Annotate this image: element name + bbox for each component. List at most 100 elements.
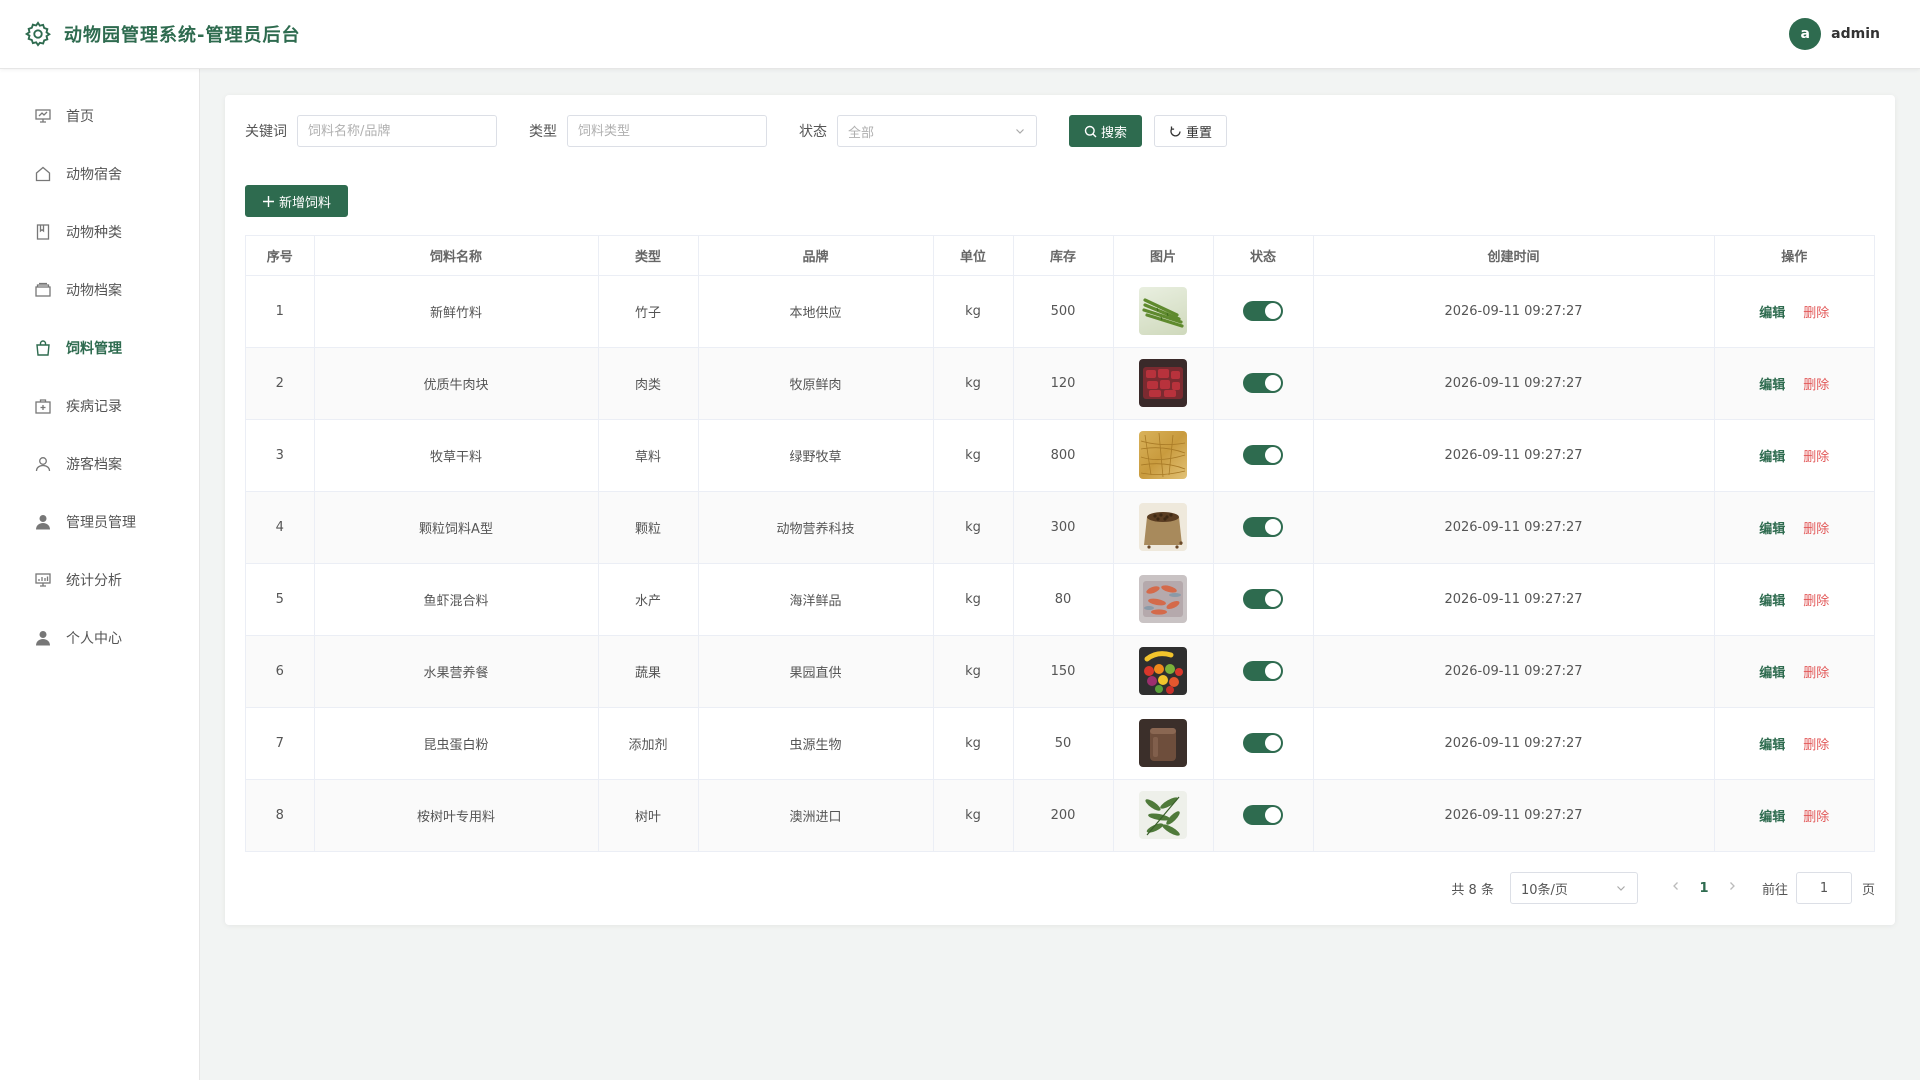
- delete-link[interactable]: 删除: [1803, 810, 1829, 825]
- cell-status: [1213, 635, 1314, 708]
- cell-name: 桉树叶专用料: [314, 779, 599, 851]
- eucalyptus-photo[interactable]: [1139, 791, 1187, 840]
- cell-brand: 海洋鲜品: [698, 563, 934, 636]
- sidebar-item-label: 疾病记录: [66, 399, 122, 415]
- cell-stock: 800: [1013, 419, 1114, 492]
- edit-link[interactable]: 编辑: [1759, 522, 1785, 537]
- sidebar-item-home[interactable]: 首页: [0, 87, 199, 145]
- user-menu[interactable]: a admin: [1789, 18, 1880, 50]
- delete-link[interactable]: 删除: [1803, 450, 1829, 465]
- hay-photo[interactable]: [1139, 431, 1187, 479]
- sidebar-item-disease-records[interactable]: 疾病记录: [0, 377, 199, 435]
- cell-created: 2026-09-11 09:27:27: [1313, 779, 1715, 851]
- fruit-photo[interactable]: [1139, 647, 1187, 695]
- edit-link[interactable]: 编辑: [1759, 738, 1785, 753]
- column-header-actions: 操作: [1714, 236, 1874, 276]
- cell-stock: 300: [1013, 491, 1114, 564]
- cell-actions: 编辑 删除: [1714, 419, 1874, 492]
- status-toggle[interactable]: [1243, 733, 1283, 753]
- status-toggle[interactable]: [1243, 661, 1283, 681]
- cell-brand: 虫源生物: [698, 707, 934, 780]
- pellets-photo[interactable]: [1139, 503, 1187, 551]
- sidebar: 首页 动物宿舍 动物种类 动物档案 饲料管理 疾病记录 游客档案 管理员管理 统…: [0, 69, 200, 1080]
- table-row: 4 颗粒饲料A型 颗粒 动物营养科技 kg 300 2026-09-11 09:…: [246, 491, 1874, 564]
- cell-no: 6: [246, 635, 315, 708]
- sidebar-item-feed-management[interactable]: 饲料管理: [0, 319, 199, 377]
- delete-link[interactable]: 删除: [1803, 522, 1829, 537]
- sidebar-item-visitor-archive[interactable]: 游客档案: [0, 435, 199, 493]
- avatar[interactable]: a: [1789, 18, 1822, 50]
- cell-created: 2026-09-11 09:27:27: [1313, 419, 1715, 492]
- home-icon: [34, 165, 52, 183]
- cell-unit: kg: [933, 563, 1014, 636]
- column-header-no: 序号: [246, 236, 315, 276]
- page-size-select[interactable]: 10条/页: [1509, 872, 1638, 904]
- table-row: 8 桉树叶专用料 树叶 澳洲进口 kg 200 2026-09-11 09:27…: [246, 779, 1874, 851]
- cell-actions: 编辑 删除: [1714, 491, 1874, 564]
- sidebar-item-animal-species[interactable]: 动物种类: [0, 203, 199, 261]
- dashboard-icon: [34, 107, 52, 125]
- plus-icon: [262, 195, 275, 208]
- status-toggle[interactable]: [1243, 805, 1283, 826]
- sidebar-item-personal-center[interactable]: 个人中心: [0, 609, 199, 667]
- status-toggle[interactable]: [1243, 517, 1283, 537]
- sidebar-item-statistics[interactable]: 统计分析: [0, 551, 199, 609]
- status-select[interactable]: 全部: [837, 115, 1037, 147]
- delete-link[interactable]: 删除: [1803, 306, 1829, 321]
- seafood-photo[interactable]: [1139, 575, 1187, 623]
- cell-unit: kg: [933, 347, 1014, 420]
- status-toggle[interactable]: [1243, 373, 1283, 393]
- delete-link[interactable]: 删除: [1803, 378, 1829, 393]
- refresh-icon: [1169, 125, 1182, 138]
- edit-link[interactable]: 编辑: [1759, 666, 1785, 681]
- cell-actions: 编辑 删除: [1714, 635, 1874, 708]
- edit-link[interactable]: 编辑: [1759, 306, 1785, 321]
- type-input[interactable]: [567, 115, 767, 147]
- edit-link[interactable]: 编辑: [1759, 450, 1785, 465]
- sidebar-item-label: 统计分析: [66, 573, 122, 589]
- sidebar-item-admin-management[interactable]: 管理员管理: [0, 493, 199, 551]
- beef-photo[interactable]: [1139, 359, 1187, 407]
- bamboo-photo[interactable]: [1139, 287, 1187, 335]
- delete-link[interactable]: 删除: [1803, 666, 1829, 681]
- cell-image: [1113, 707, 1214, 780]
- reset-button[interactable]: 重置: [1154, 115, 1228, 147]
- sidebar-item-animal-dorm[interactable]: 动物宿舍: [0, 145, 199, 203]
- book-icon: [34, 223, 52, 241]
- delete-link[interactable]: 删除: [1803, 738, 1829, 753]
- page-number-current[interactable]: 1: [1688, 881, 1720, 896]
- next-page-button[interactable]: [1720, 880, 1744, 896]
- status-toggle[interactable]: [1243, 445, 1283, 465]
- column-header-status: 状态: [1213, 236, 1314, 276]
- edit-link[interactable]: 编辑: [1759, 810, 1785, 825]
- cell-type: 竹子: [598, 275, 699, 348]
- cell-type: 添加剂: [598, 707, 699, 780]
- keyword-input[interactable]: [297, 115, 497, 147]
- sidebar-item-label: 管理员管理: [66, 515, 136, 531]
- status-toggle[interactable]: [1243, 301, 1283, 321]
- status-label: 状态: [799, 124, 827, 140]
- sidebar-item-label: 动物宿舍: [66, 167, 122, 183]
- protein-powder-photo[interactable]: [1139, 719, 1187, 767]
- search-button[interactable]: 搜索: [1069, 115, 1143, 147]
- add-feed-button-label: 新增饲料: [279, 195, 332, 211]
- cell-type: 蔬果: [598, 635, 699, 708]
- cell-created: 2026-09-11 09:27:27: [1313, 491, 1715, 564]
- table-row: 3 牧草干料 草料 绿野牧草 kg 800 2026-09-11 09:27:2…: [246, 419, 1874, 492]
- status-toggle[interactable]: [1243, 589, 1283, 609]
- cell-stock: 50: [1013, 707, 1114, 780]
- edit-link[interactable]: 编辑: [1759, 594, 1785, 609]
- cell-no: 8: [246, 779, 315, 851]
- username[interactable]: admin: [1831, 26, 1880, 42]
- cell-name: 昆虫蛋白粉: [314, 707, 599, 780]
- prev-page-button[interactable]: [1664, 880, 1688, 896]
- delete-link[interactable]: 删除: [1803, 594, 1829, 609]
- add-feed-button[interactable]: 新增饲料: [245, 185, 349, 217]
- cell-brand: 绿野牧草: [698, 419, 934, 492]
- sidebar-item-animal-archive[interactable]: 动物档案: [0, 261, 199, 319]
- cell-unit: kg: [933, 707, 1014, 780]
- table-header-row: 序号 饲料名称 类型 品牌 单位 库存 图片 状态 创建时间 操作: [246, 236, 1874, 276]
- page-suffix: 页: [1861, 882, 1875, 898]
- edit-link[interactable]: 编辑: [1759, 378, 1785, 393]
- goto-page-input[interactable]: 1: [1795, 872, 1852, 904]
